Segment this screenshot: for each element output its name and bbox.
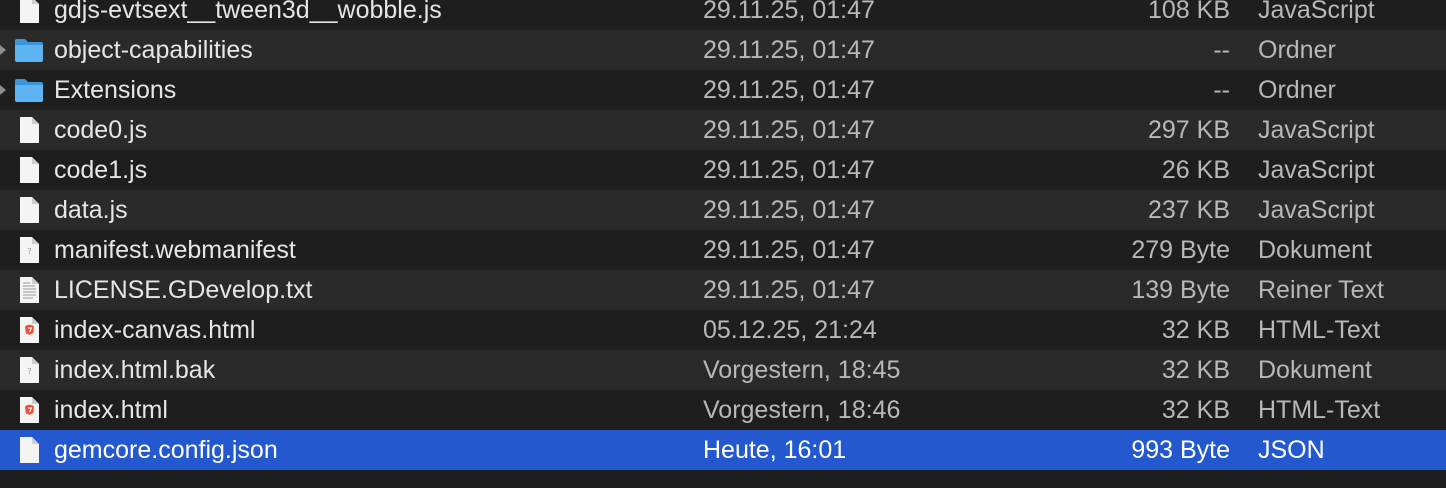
file-name: index.html.bak xyxy=(54,356,216,384)
file-kind: HTML-Text xyxy=(1258,396,1381,424)
file-date: 29.11.25, 01:47 xyxy=(703,36,875,64)
file-name: gemcore.config.json xyxy=(54,436,278,464)
file-size: 108 KB xyxy=(1147,0,1230,24)
file-date: 29.11.25, 01:47 xyxy=(703,116,875,144)
file-date: 29.11.25, 01:47 xyxy=(703,76,875,104)
file-size: 993 Byte xyxy=(1131,436,1230,464)
file-date: 05.12.25, 21:24 xyxy=(703,316,877,344)
file-name: manifest.webmanifest xyxy=(54,236,296,264)
file-date: 29.11.25, 01:47 xyxy=(703,236,875,264)
file-kind: JSON xyxy=(1258,436,1325,464)
file-size: 32 KB xyxy=(1161,396,1230,424)
file-row[interactable]: code1.js 29.11.25, 01:47 26 KB JavaScrip… xyxy=(0,150,1446,190)
file-size: 32 KB xyxy=(1161,316,1230,344)
file-name: index-canvas.html xyxy=(54,316,256,344)
folder-row[interactable]: Extensions 29.11.25, 01:47 -- Ordner xyxy=(0,70,1446,110)
file-size: -- xyxy=(1213,76,1230,104)
svg-text:?: ? xyxy=(27,247,31,256)
generic-document-icon: ? xyxy=(14,355,44,385)
generic-document-icon: ? xyxy=(14,235,44,265)
text-document-icon xyxy=(14,275,44,305)
file-size: 237 KB xyxy=(1147,196,1230,224)
file-row[interactable]: data.js 29.11.25, 01:47 237 KB JavaScrip… xyxy=(0,190,1446,230)
file-kind: JavaScript xyxy=(1258,0,1375,24)
document-icon xyxy=(14,115,44,145)
file-row[interactable]: index-canvas.html 05.12.25, 21:24 32 KB … xyxy=(0,310,1446,350)
file-name: index.html xyxy=(54,396,168,424)
file-name: object-capabilities xyxy=(54,36,253,64)
file-name: LICENSE.GDevelop.txt xyxy=(54,276,313,304)
file-name: code1.js xyxy=(54,156,148,184)
file-date: 29.11.25, 01:47 xyxy=(703,196,875,224)
file-size: 139 Byte xyxy=(1131,276,1230,304)
file-row[interactable]: gdjs-evtsext__tween3d__wobble.js 29.11.2… xyxy=(0,0,1446,30)
file-kind: Dokument xyxy=(1258,236,1372,264)
document-icon xyxy=(14,195,44,225)
file-date: 29.11.25, 01:47 xyxy=(703,276,875,304)
disclosure-triangle-icon[interactable] xyxy=(0,45,6,55)
file-kind: Ordner xyxy=(1258,36,1336,64)
file-row-selected[interactable]: gemcore.config.json Heute, 16:01 993 Byt… xyxy=(0,430,1446,470)
file-list: gdjs-evtsext__tween3d__wobble.js 29.11.2… xyxy=(0,0,1446,478)
file-name: Extensions xyxy=(54,76,177,104)
file-kind: JavaScript xyxy=(1258,156,1375,184)
file-size: 32 KB xyxy=(1161,356,1230,384)
document-icon xyxy=(14,0,44,25)
file-name: gdjs-evtsext__tween3d__wobble.js xyxy=(54,0,442,24)
html-document-icon xyxy=(14,395,44,425)
file-row[interactable]: code0.js 29.11.25, 01:47 297 KB JavaScri… xyxy=(0,110,1446,150)
svg-text:?: ? xyxy=(27,367,31,376)
file-size: 297 KB xyxy=(1147,116,1230,144)
file-date: Vorgestern, 18:45 xyxy=(703,356,901,384)
document-icon xyxy=(14,155,44,185)
file-row[interactable]: index.html Vorgestern, 18:46 32 KB HTML-… xyxy=(0,390,1446,430)
file-kind: JavaScript xyxy=(1258,196,1375,224)
file-kind: Reiner Text xyxy=(1258,276,1384,304)
file-kind: JavaScript xyxy=(1258,116,1375,144)
file-date: Vorgestern, 18:46 xyxy=(703,396,901,424)
file-date: Heute, 16:01 xyxy=(703,436,847,464)
file-size: 26 KB xyxy=(1161,156,1230,184)
disclosure-triangle-icon[interactable] xyxy=(0,85,6,95)
file-name: data.js xyxy=(54,196,128,224)
html-document-icon xyxy=(14,315,44,345)
file-kind: Dokument xyxy=(1258,356,1372,384)
folder-icon xyxy=(14,35,44,65)
document-icon xyxy=(14,435,44,465)
file-kind: Ordner xyxy=(1258,76,1336,104)
file-row[interactable]: ? index.html.bak Vorgestern, 18:45 32 KB… xyxy=(0,350,1446,390)
folder-row[interactable]: object-capabilities 29.11.25, 01:47 -- O… xyxy=(0,30,1446,70)
file-name: code0.js xyxy=(54,116,148,144)
folder-icon xyxy=(14,75,44,105)
file-date: 29.11.25, 01:47 xyxy=(703,156,875,184)
file-size: 279 Byte xyxy=(1131,236,1230,264)
file-row[interactable]: LICENSE.GDevelop.txt 29.11.25, 01:47 139… xyxy=(0,270,1446,310)
file-kind: HTML-Text xyxy=(1258,316,1381,344)
file-row[interactable]: ? manifest.webmanifest 29.11.25, 01:47 2… xyxy=(0,230,1446,270)
file-date: 29.11.25, 01:47 xyxy=(703,0,875,24)
file-size: -- xyxy=(1213,36,1230,64)
